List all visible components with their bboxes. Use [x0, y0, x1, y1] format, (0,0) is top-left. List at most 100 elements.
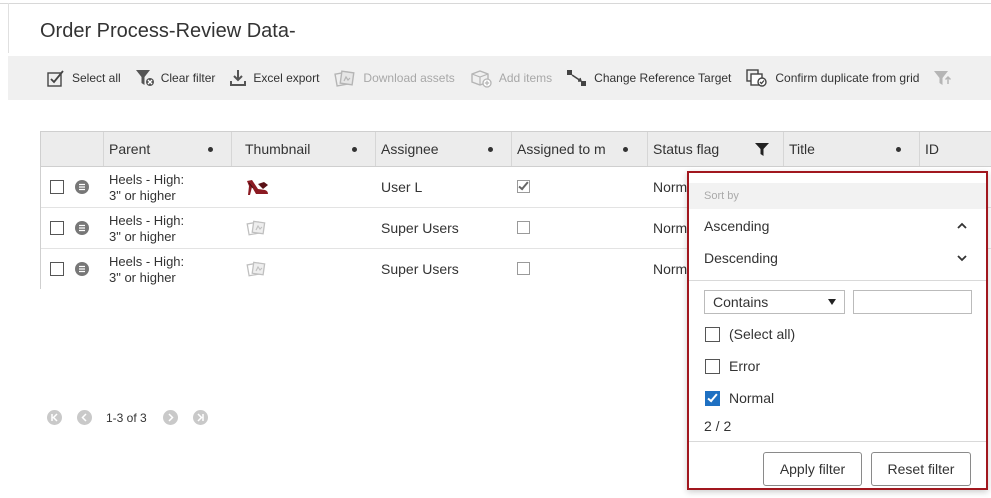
filter-option-normal[interactable]: Normal	[705, 390, 774, 406]
funnel-upload-icon	[934, 71, 952, 85]
row-checkbox[interactable]	[50, 221, 64, 235]
column-selector-header	[41, 132, 104, 166]
filter-option-error[interactable]: Error	[705, 358, 760, 374]
chevron-up-icon	[957, 222, 967, 229]
column-header-status-flag[interactable]: Status flag	[648, 132, 784, 166]
filter-condition-select[interactable]: Contains	[704, 290, 845, 314]
confirm-duplicate-label: Confirm duplicate from grid	[775, 71, 920, 85]
select-all-label: Select all	[72, 71, 121, 85]
chevron-down-icon	[957, 255, 967, 262]
assignee-cell: User L	[381, 179, 423, 195]
left-border	[8, 3, 9, 53]
assigned-to-me-cell	[517, 221, 530, 234]
thumbnail-cell[interactable]	[246, 219, 268, 241]
parent-line: 3" or higher	[109, 188, 176, 203]
column-header-label: Assignee	[381, 141, 439, 157]
column-menu-dot-icon[interactable]	[623, 147, 628, 152]
assignee-cell: Super Users	[381, 220, 459, 236]
confirm-duplicate-button[interactable]: Confirm duplicate from grid	[745, 68, 919, 88]
normal-checkbox-checked[interactable]	[705, 390, 720, 406]
column-header-label: Parent	[109, 141, 151, 157]
assigned-to-me-cell	[517, 179, 530, 193]
more-toolbar-button[interactable]	[933, 68, 959, 88]
popup-divider	[689, 441, 986, 442]
download-assets-button[interactable]: Download assets	[333, 68, 455, 88]
page-range-text: 1-3 of 3	[106, 410, 147, 425]
pager: 1-3 of 3	[47, 410, 223, 425]
assigned-to-me-cell	[517, 262, 530, 275]
column-header-parent[interactable]: Parent	[104, 132, 232, 166]
download-icon	[230, 70, 247, 86]
column-menu-dot-icon[interactable]	[488, 147, 493, 152]
column-header-label: Status flag	[653, 141, 720, 157]
filter-option-label: Error	[729, 358, 761, 374]
column-menu-dot-icon[interactable]	[896, 147, 901, 152]
column-header-label: ID	[925, 141, 939, 157]
error-checkbox[interactable]	[705, 358, 720, 374]
add-items-label: Add items	[498, 71, 553, 85]
thumbnail-cell[interactable]	[246, 178, 270, 202]
column-filter-popup: Sort by Ascending Descending Contains (S…	[687, 171, 988, 490]
sort-ascending-label: Ascending	[704, 218, 770, 234]
previous-page-icon[interactable]	[77, 410, 92, 425]
placeholder-image-icon	[246, 261, 266, 277]
apply-filter-button[interactable]: Apply filter	[763, 452, 862, 486]
sort-by-header: Sort by	[689, 183, 986, 209]
row-menu-icon[interactable]	[75, 180, 89, 194]
parent-cell: Heels - High: 3" or higher	[109, 254, 224, 286]
parent-line: Heels - High:	[109, 172, 185, 187]
column-header-label: Thumbnail	[245, 141, 311, 157]
popup-divider	[689, 280, 986, 281]
filter-option-label: (Select all)	[729, 326, 796, 342]
thumbnail-cell[interactable]	[246, 260, 268, 282]
sort-descending-option[interactable]: Descending	[704, 250, 967, 266]
assignee-cell: Super Users	[381, 261, 459, 277]
next-page-icon[interactable]	[162, 410, 178, 425]
row-menu-icon[interactable]	[75, 262, 89, 276]
parent-line: Heels - High:	[109, 254, 185, 269]
first-page-icon[interactable]	[47, 410, 62, 425]
column-header-label: Title	[789, 141, 815, 157]
row-checkbox[interactable]	[50, 180, 64, 194]
column-header-assigned-to-me[interactable]: Assigned to m	[512, 132, 648, 166]
select-all-checkbox[interactable]	[705, 326, 720, 342]
top-border	[0, 3, 991, 4]
column-menu-dot-icon[interactable]	[208, 147, 213, 152]
column-header-label: Assigned to m	[517, 141, 606, 157]
add-items-button[interactable]: Add items	[469, 68, 552, 88]
column-header-title[interactable]: Title	[784, 132, 920, 166]
column-menu-dot-icon[interactable]	[352, 147, 357, 152]
page-title: Order Process-Review Data-	[40, 20, 296, 42]
confirm-duplicate-icon	[746, 69, 768, 87]
grid-header: Parent Thumbnail Assignee Assigned to m …	[41, 132, 991, 167]
clear-filter-button[interactable]: Clear filter	[135, 68, 215, 88]
column-header-thumbnail[interactable]: Thumbnail	[240, 132, 376, 166]
assigned-checkbox-checked	[517, 179, 530, 193]
reset-filter-button[interactable]: Reset filter	[871, 452, 971, 486]
column-header-id[interactable]: ID	[920, 132, 991, 166]
column-header-assignee[interactable]: Assignee	[376, 132, 512, 166]
parent-line: Heels - High:	[109, 213, 185, 228]
placeholder-image-icon	[246, 220, 266, 236]
select-all-icon	[47, 70, 64, 87]
select-all-button[interactable]: Select all	[46, 68, 121, 88]
filter-funnel-icon[interactable]	[755, 143, 769, 156]
download-assets-label: Download assets	[363, 71, 455, 85]
change-reference-target-icon	[567, 70, 587, 86]
change-reference-target-button[interactable]: Change Reference Target	[566, 68, 731, 88]
status-cell: Norm	[653, 179, 688, 195]
row-menu-icon[interactable]	[75, 221, 89, 235]
dropdown-caret-icon	[828, 299, 836, 305]
status-cell: Norm	[653, 261, 688, 277]
assigned-checkbox	[517, 262, 530, 275]
row-checkbox[interactable]	[50, 262, 64, 276]
excel-export-label: Excel export	[253, 71, 320, 85]
sort-ascending-option[interactable]: Ascending	[704, 218, 967, 234]
filter-option-select-all[interactable]: (Select all)	[705, 326, 795, 342]
excel-export-button[interactable]: Excel export	[229, 68, 319, 88]
high-heel-shoe-thumbnail	[247, 180, 268, 195]
parent-line: 3" or higher	[109, 229, 176, 244]
last-page-icon[interactable]	[192, 410, 208, 425]
add-items-icon	[471, 70, 492, 88]
filter-value-input[interactable]	[853, 290, 972, 314]
